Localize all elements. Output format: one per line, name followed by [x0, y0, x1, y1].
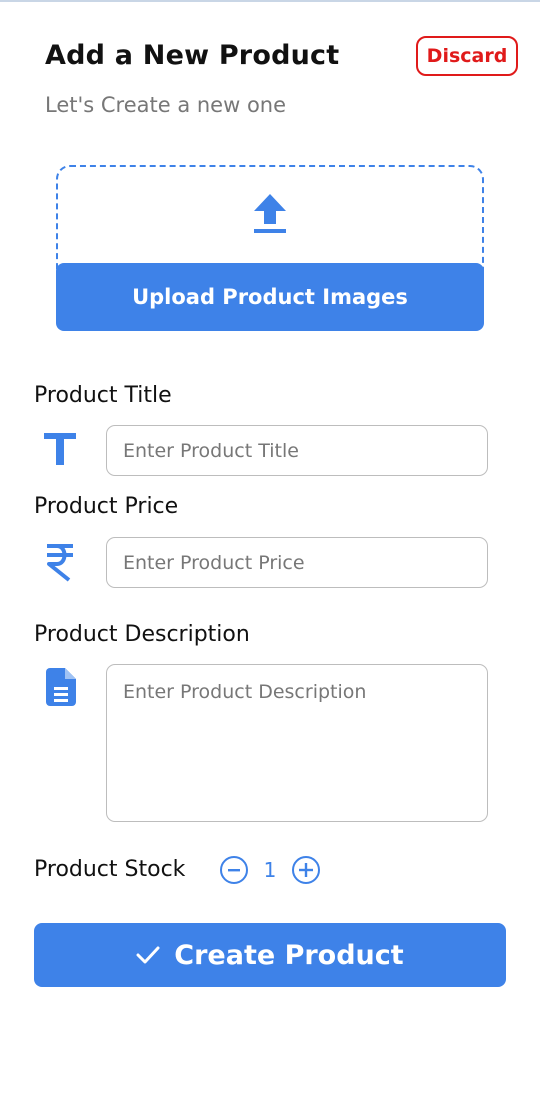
- page-title: Add a New Product: [45, 40, 340, 71]
- increment-stock-button[interactable]: [292, 856, 320, 884]
- create-product-label: Create Product: [174, 939, 404, 971]
- page-subtitle: Let's Create a new one: [45, 93, 287, 117]
- product-title-input[interactable]: [106, 425, 488, 476]
- upload-images-button[interactable]: Upload Product Images: [56, 263, 484, 331]
- plus-icon: [299, 863, 313, 877]
- document-icon: [46, 668, 76, 706]
- product-price-label: Product Price: [34, 494, 179, 519]
- minus-icon: [228, 869, 240, 872]
- product-description-input[interactable]: [106, 664, 488, 822]
- stock-quantity-value: 1: [263, 858, 277, 882]
- product-title-label: Product Title: [34, 383, 172, 408]
- rupee-icon: [47, 544, 73, 582]
- product-stock-label: Product Stock: [34, 857, 186, 882]
- product-price-input[interactable]: [106, 537, 488, 588]
- text-title-icon: [44, 433, 76, 465]
- checkmark-icon: [136, 946, 160, 964]
- top-divider: [0, 0, 540, 2]
- create-product-button[interactable]: Create Product: [34, 923, 506, 987]
- decrement-stock-button[interactable]: [220, 856, 248, 884]
- product-description-label: Product Description: [34, 622, 250, 647]
- upload-icon: [254, 194, 286, 233]
- discard-button[interactable]: Discard: [416, 36, 518, 76]
